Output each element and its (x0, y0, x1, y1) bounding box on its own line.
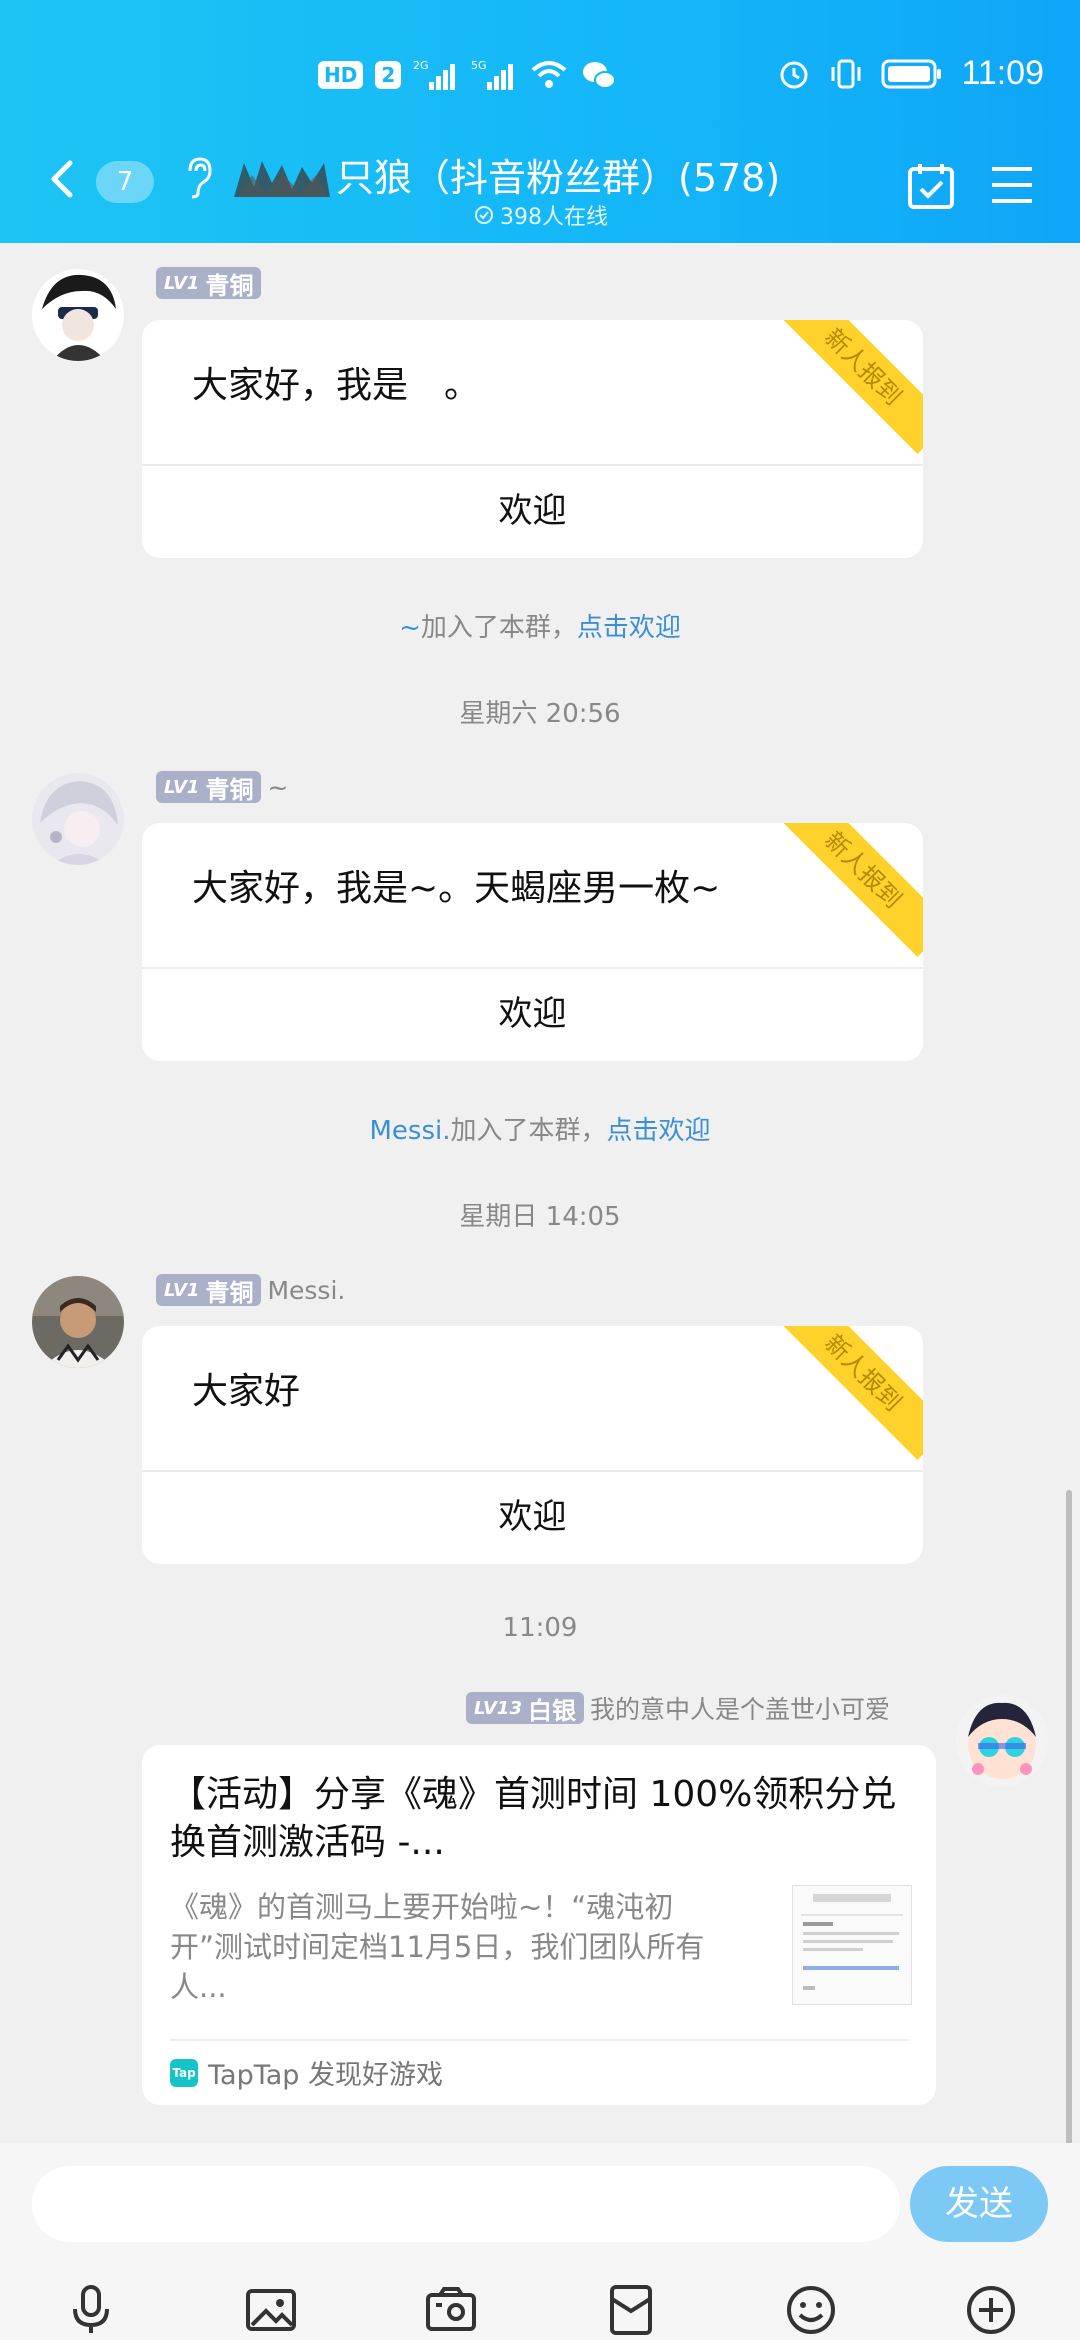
scrollbar[interactable] (1066, 1490, 1072, 2150)
taptap-logo-icon: Tap (170, 2058, 198, 2087)
level-label: LV1 (164, 1279, 200, 1301)
header-area: HD 2 2G 5G 11:09 7 只狼（抖音粉丝群）(578) 398人在线 (0, 0, 1080, 243)
nickname: ~ (267, 772, 289, 802)
red-packet-icon[interactable] (604, 2283, 658, 2337)
wifi-icon (531, 61, 567, 88)
avatar[interactable] (32, 1276, 124, 1368)
joined-user-name[interactable]: ~ (399, 613, 421, 643)
online-status: 398人在线 (474, 199, 608, 231)
welcome-card[interactable]: 大家好，我是 。 新人报到 欢迎 (142, 320, 923, 558)
click-welcome-link[interactable]: 点击欢迎 (577, 613, 681, 643)
avatar-image (32, 773, 124, 865)
message-text: 大家好，我是~。天蝎座男一枚~ (192, 868, 721, 909)
online-count: 398人在线 (500, 205, 608, 230)
level-label: LV1 (164, 272, 200, 294)
join-notice: Messi.加入了本群，点击欢迎 (0, 1110, 1080, 1147)
avatar-image (32, 1276, 124, 1368)
level-label: LV13 (474, 1697, 522, 1719)
new-member-ribbon: 新人报到 (776, 320, 923, 454)
level-label: LV1 (164, 776, 200, 798)
ear-icon[interactable] (180, 153, 216, 201)
welcome-button[interactable]: 欢迎 (142, 464, 923, 558)
divider (170, 2039, 908, 2041)
user-level-row: LV1 青铜 ~ (156, 771, 289, 804)
welcome-card[interactable]: 大家好，我是~。天蝎座男一枚~ 新人报到 欢迎 (142, 823, 923, 1061)
vibrate-icon (831, 59, 861, 88)
level-badge: LV1 青铜 (156, 771, 262, 804)
avatar-image (32, 269, 124, 361)
status-left: HD 2 2G 5G (318, 58, 617, 92)
joined-user-name[interactable]: Messi. (369, 1116, 450, 1146)
new-member-ribbon: 新人报到 (776, 1326, 923, 1460)
plus-icon[interactable] (964, 2283, 1018, 2337)
camera-icon[interactable] (424, 2283, 478, 2337)
avatar[interactable] (32, 269, 124, 361)
avatar[interactable] (32, 773, 124, 865)
click-welcome-link[interactable]: 点击欢迎 (607, 1116, 711, 1146)
clock: 11:09 (961, 54, 1044, 92)
message-input[interactable] (32, 2166, 900, 2242)
level-badge: LV1 青铜 (156, 267, 262, 300)
rank-label: 白银 (527, 1696, 576, 1725)
input-bar: 发送 (0, 2143, 1080, 2340)
chat-navbar: 7 只狼（抖音粉丝群）(578) 398人在线 (0, 135, 1080, 243)
join-text: 加入了本群， (420, 613, 577, 643)
shared-link-card[interactable]: 【活动】分享《魂》首测时间 100%领积分兑换首测激活码 -... 《魂》的首测… (142, 1745, 936, 2105)
welcome-card[interactable]: 大家好 新人报到 欢迎 (142, 1326, 923, 1564)
calendar-check-icon[interactable] (906, 161, 956, 211)
group-logo-art (234, 161, 330, 197)
user-level-row: LV1 青铜 (156, 267, 267, 300)
source-label: TapTap 发现好游戏 (208, 2060, 443, 2091)
message-text: 大家好，我是 。 (192, 365, 481, 406)
message-text: 大家好 (192, 1371, 301, 1412)
user-level-row: LV1 青铜 Messi. (156, 1274, 346, 1307)
shared-title: 【活动】分享《魂》首测时间 100%领积分兑换首测激活码 -... (170, 1774, 897, 1863)
chat-list[interactable]: LV1 青铜 大家好，我是 。 新人报到 欢迎 ~加入了本群，点击欢迎 星期六 … (0, 243, 1080, 2143)
new-member-ribbon: 新人报到 (776, 823, 923, 957)
shared-source[interactable]: Tap TapTap 发现好游戏 (170, 2053, 443, 2092)
send-button[interactable]: 发送 (910, 2166, 1048, 2242)
image-icon[interactable] (244, 2283, 298, 2337)
level-badge: LV1 青铜 (156, 1274, 262, 1307)
status-right: 11:09 (777, 54, 1044, 93)
svg-text:5G: 5G (471, 59, 487, 72)
self-avatar[interactable] (956, 1695, 1048, 1787)
hd-badge: HD (318, 61, 364, 89)
sim-badge: 2 (375, 61, 402, 89)
timestamp: 星期日 14:05 (459, 1202, 621, 1232)
signal-icon: 2G (413, 59, 456, 90)
menu-icon[interactable] (990, 163, 1034, 207)
unread-count-badge[interactable]: 7 (96, 161, 154, 203)
check-circle-icon (475, 206, 493, 224)
group-title[interactable]: 只狼（抖音粉丝群）(578) (336, 147, 780, 202)
timestamp: 11:09 (502, 1613, 578, 1643)
timestamp: 星期六 20:56 (459, 699, 621, 729)
level-badge: LV13 白银 (466, 1692, 584, 1725)
welcome-button[interactable]: 欢迎 (142, 967, 923, 1061)
svg-text:2G: 2G (413, 59, 429, 72)
signal-icon-2: 5G (471, 59, 514, 90)
avatar-image (956, 1695, 1048, 1787)
join-notice: ~加入了本群，点击欢迎 (0, 607, 1080, 644)
microphone-icon[interactable] (64, 2283, 118, 2337)
wechat-icon (583, 62, 617, 89)
nickname: 我的意中人是个盖世小可爱 (589, 1695, 890, 1724)
battery-icon (881, 59, 942, 88)
shared-description: 《魂》的首测马上要开始啦~！“魂沌初开”测试时间定档11月5日，我们团队所有人.… (170, 1890, 705, 2004)
emoji-icon[interactable] (784, 2283, 838, 2337)
welcome-button[interactable]: 欢迎 (142, 1470, 923, 1564)
join-text: 加入了本群， (450, 1116, 607, 1146)
alarm-icon (780, 61, 808, 88)
rank-label: 青铜 (205, 271, 254, 300)
shared-thumbnail (792, 1885, 912, 2005)
back-arrow-icon[interactable] (40, 155, 88, 203)
rank-label: 青铜 (205, 1278, 254, 1307)
status-bar: HD 2 2G 5G 11:09 (0, 40, 1080, 120)
self-level-row: LV13 白银 我的意中人是个盖世小可爱 (466, 1692, 890, 1725)
rank-label: 青铜 (205, 775, 254, 804)
nickname: Messi. (267, 1275, 346, 1305)
